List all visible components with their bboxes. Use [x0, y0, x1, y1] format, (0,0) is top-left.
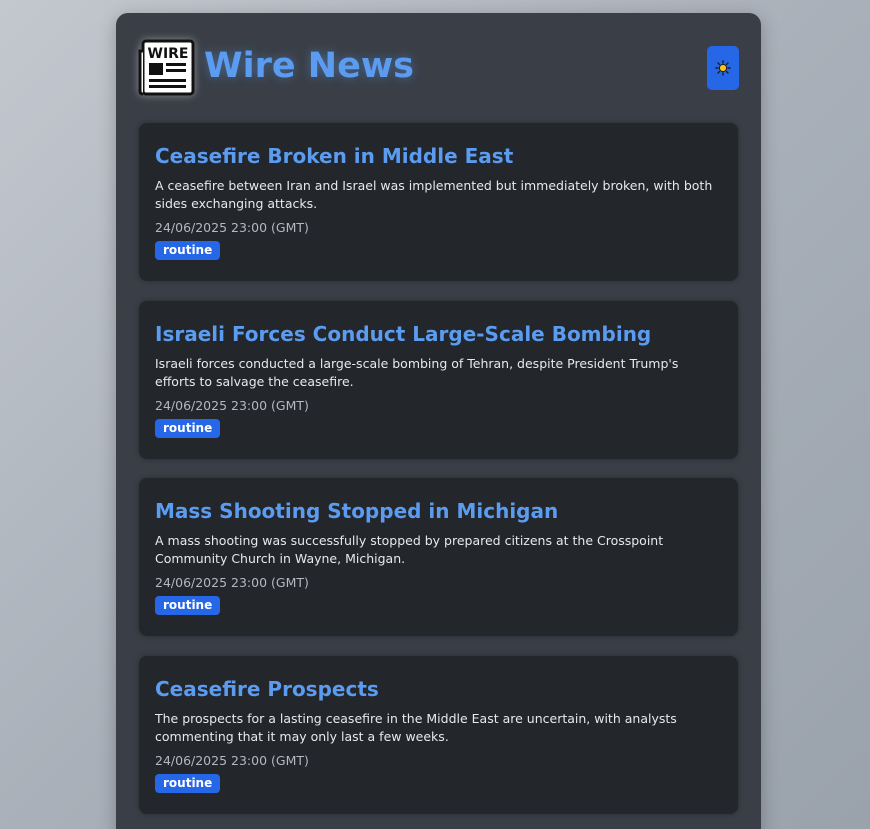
news-card[interactable]: Mass Shooting Stopped in Michigan A mass… — [139, 478, 738, 636]
priority-badge: routine — [155, 774, 221, 793]
news-timestamp: 24/06/2025 23:00 (GMT) — [155, 220, 309, 235]
news-card[interactable]: Ceasefire Prospects The prospects for a … — [139, 656, 738, 814]
news-title[interactable]: Israeli Forces Conduct Large-Scale Bombi… — [155, 321, 722, 347]
logo-text: WIRE — [148, 46, 189, 62]
news-title[interactable]: Mass Shooting Stopped in Michigan — [155, 498, 722, 524]
news-summary: The prospects for a lasting ceasefire in… — [155, 711, 677, 744]
news-timestamp: 24/06/2025 23:00 (GMT) — [155, 398, 309, 413]
header: WIRE Wire News — [138, 39, 739, 99]
priority-badge: routine — [155, 596, 221, 615]
news-title[interactable]: Ceasefire Prospects — [155, 676, 722, 702]
news-summary: Israeli forces conducted a large-scale b… — [155, 356, 679, 389]
news-timestamp: 24/06/2025 23:00 (GMT) — [155, 753, 309, 768]
app-title: Wire News — [204, 46, 414, 86]
priority-badge: routine — [155, 241, 221, 260]
app-panel: WIRE Wire News Ceasefire Broken in Middl… — [116, 13, 761, 829]
priority-badge: routine — [155, 419, 221, 438]
theme-toggle-button[interactable] — [707, 46, 739, 90]
newspaper-logo-icon: WIRE — [138, 39, 195, 96]
news-timestamp: 24/06/2025 23:00 (GMT) — [155, 575, 309, 590]
news-title[interactable]: Ceasefire Broken in Middle East — [155, 143, 722, 169]
news-summary: A ceasefire between Iran and Israel was … — [155, 178, 713, 211]
sun-icon — [715, 60, 731, 76]
news-summary: A mass shooting was successfully stopped… — [155, 533, 664, 566]
news-card[interactable]: Israeli Forces Conduct Large-Scale Bombi… — [139, 301, 738, 459]
news-card[interactable]: Ceasefire Broken in Middle East A ceasef… — [139, 123, 738, 281]
